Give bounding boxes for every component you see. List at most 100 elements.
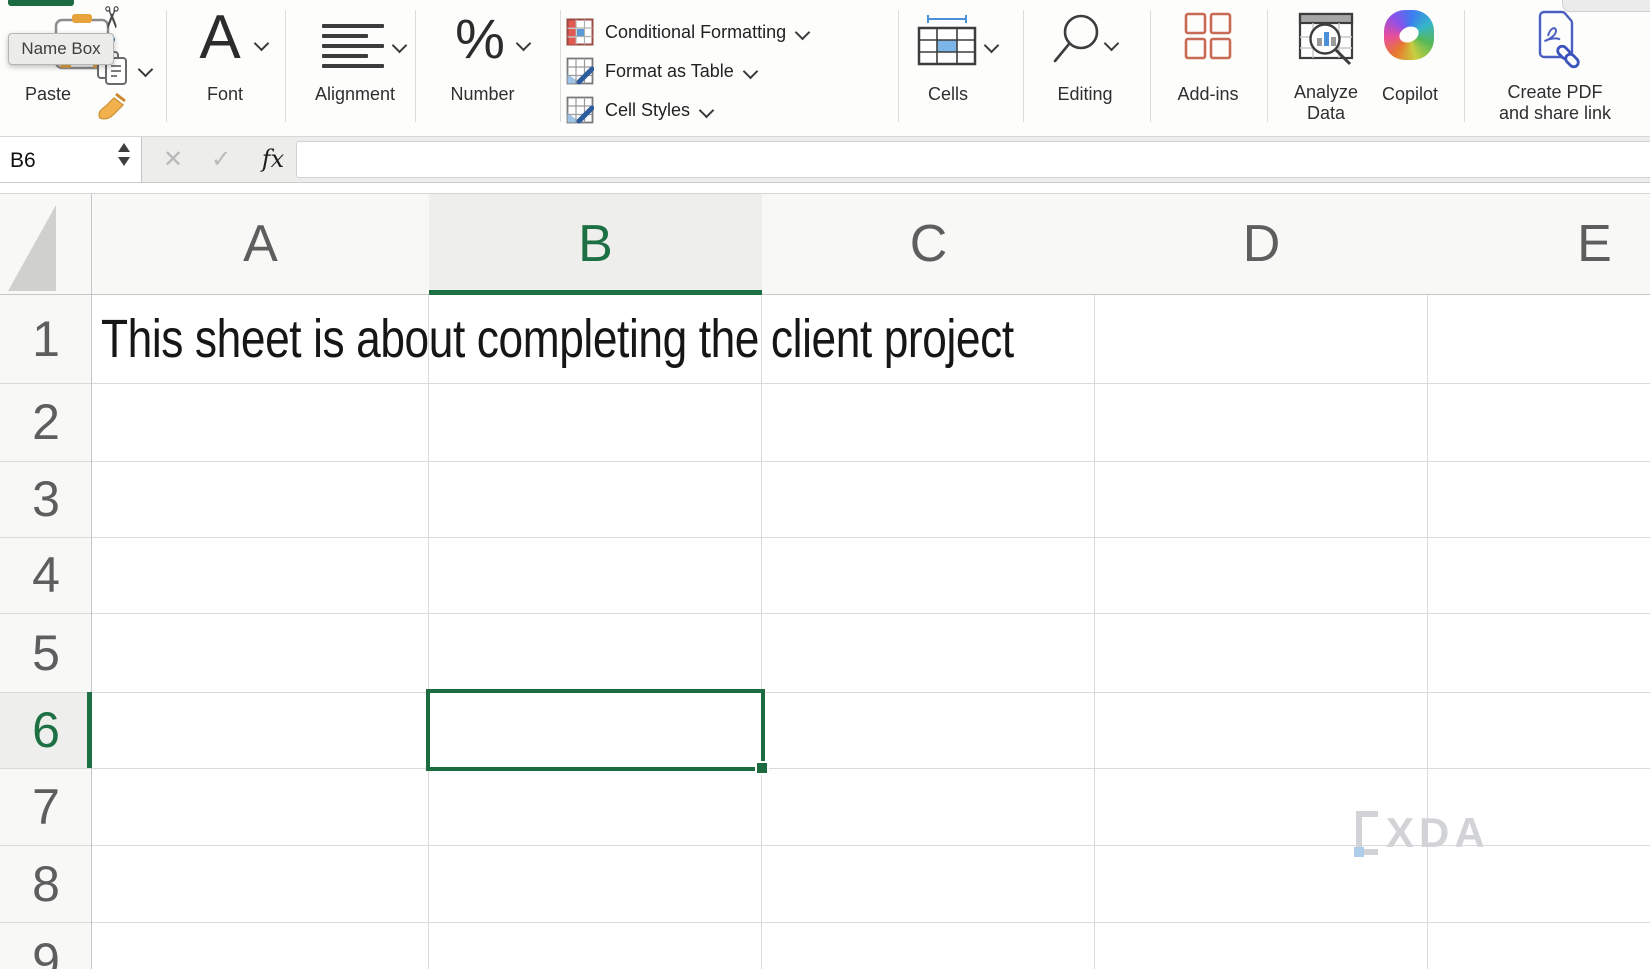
column-header-a[interactable]: A (92, 194, 430, 295)
row-header-7[interactable]: 7 (0, 768, 92, 845)
group-divider (285, 10, 286, 122)
gridline (0, 461, 1650, 462)
format-painter-brush-icon (92, 88, 128, 122)
cells-chevron[interactable] (986, 38, 997, 56)
gridline (0, 768, 1650, 769)
name-box[interactable] (0, 137, 142, 182)
column-header-c[interactable]: C (762, 194, 1096, 295)
number-percent-icon: % (445, 6, 515, 71)
watermark-bracket-icon (1356, 811, 1378, 855)
watermark-square-icon (1354, 847, 1364, 857)
cells-label: Cells (900, 84, 996, 104)
gridline (0, 692, 1650, 693)
excel-window: Paste ✂ A Font (0, 0, 1650, 969)
analyze-data-label-line1: Analyze (1282, 82, 1370, 103)
row-header-5[interactable]: 5 (0, 613, 92, 692)
formula-input[interactable] (296, 141, 1650, 178)
selected-column-underline (429, 290, 762, 295)
row-header-8[interactable]: 8 (0, 845, 92, 922)
gridline (0, 922, 1650, 923)
cell-styles-icon (566, 96, 594, 124)
copilot-label: Copilot (1366, 84, 1454, 104)
fill-handle[interactable] (755, 761, 769, 775)
font-icon: A (190, 2, 250, 73)
selected-row-accent (87, 692, 92, 768)
row-header-9[interactable]: 9 (0, 922, 92, 969)
gridline (1094, 295, 1095, 969)
analyze-data-label-line2: Data (1282, 103, 1370, 124)
gridline (0, 383, 1650, 384)
formula-bar: ✕ ✓ fx (0, 137, 1650, 183)
create-pdf-icon (1528, 8, 1586, 70)
number-chevron[interactable] (518, 36, 529, 54)
editing-label: Editing (1035, 84, 1135, 104)
row-header-3[interactable]: 3 (0, 461, 92, 537)
alignment-label: Alignment (300, 84, 410, 104)
row-header-1[interactable]: 1 (0, 295, 92, 383)
watermark-text: XDA (1386, 809, 1490, 857)
group-divider (560, 10, 561, 122)
conditional-formatting-button[interactable]: Conditional Formatting (566, 16, 808, 48)
format-as-table-button[interactable]: Format as Table (566, 55, 756, 87)
stepper-down-icon[interactable] (118, 157, 130, 166)
analyze-data-icon (1298, 10, 1356, 66)
format-as-table-label: Format as Table (605, 61, 734, 82)
format-as-table-icon (566, 57, 594, 85)
row-header-right-border (91, 194, 92, 969)
column-header-bottom-border (0, 294, 1650, 295)
group-divider (166, 10, 167, 122)
alignment-chevron[interactable] (394, 38, 405, 56)
select-all-corner[interactable] (0, 194, 92, 295)
create-pdf-label: Create PDF and share link (1465, 82, 1645, 124)
active-tab-indicator (8, 0, 74, 6)
group-divider (415, 10, 416, 122)
gridline (428, 295, 429, 969)
group-divider (1023, 10, 1024, 122)
analyze-data-label: Analyze Data (1282, 82, 1370, 124)
copilot-icon (1384, 10, 1434, 60)
format-painter-button[interactable] (92, 88, 128, 127)
column-header-d[interactable]: D (1095, 194, 1429, 295)
row-header-4[interactable]: 4 (0, 537, 92, 613)
gridline (0, 537, 1650, 538)
editing-chevron[interactable] (1106, 36, 1117, 54)
name-box-steppers[interactable] (116, 143, 132, 166)
column-header-b[interactable]: B (429, 194, 763, 295)
cell-styles-button[interactable]: Cell Styles (566, 94, 712, 126)
alignment-icon (322, 24, 384, 74)
column-header-e[interactable]: E (1428, 194, 1650, 295)
group-divider (898, 10, 899, 122)
cancel-button[interactable]: ✕ (155, 137, 191, 182)
cells-icon (916, 14, 978, 66)
create-pdf-label-line1: Create PDF (1465, 82, 1645, 103)
watermark: XDA (1356, 808, 1490, 858)
row-header-6[interactable]: 6 (0, 692, 92, 768)
conditional-formatting-icon (566, 18, 594, 46)
addins-label: Add-ins (1158, 84, 1258, 104)
paste-options-chevron[interactable] (140, 62, 151, 80)
cell-a1-text: This sheet is about completing the clien… (101, 295, 1014, 383)
row-header-2[interactable]: 2 (0, 383, 92, 461)
gridline (761, 295, 762, 969)
font-label: Font (180, 84, 270, 104)
stepper-up-icon[interactable] (118, 143, 130, 152)
conditional-formatting-chevron (795, 24, 811, 40)
font-chevron[interactable] (256, 36, 267, 54)
insert-function-button[interactable]: fx (255, 137, 291, 182)
cut-icon[interactable]: ✂ (93, 5, 128, 30)
number-label: Number (440, 84, 525, 104)
format-as-table-chevron (742, 63, 758, 79)
group-divider (1150, 10, 1151, 122)
cell-styles-chevron (699, 102, 715, 118)
name-box-input[interactable] (0, 137, 116, 184)
name-box-tooltip: Name Box (8, 33, 114, 65)
confirm-button[interactable]: ✓ (203, 137, 239, 182)
create-pdf-label-line2: and share link (1465, 103, 1645, 124)
conditional-formatting-label: Conditional Formatting (605, 22, 786, 43)
cell-styles-label: Cell Styles (605, 100, 690, 121)
group-divider (1267, 10, 1268, 122)
addins-icon (1184, 12, 1232, 60)
gridline (1427, 295, 1428, 969)
gridline (0, 613, 1650, 614)
active-cell-selection[interactable] (426, 689, 765, 771)
